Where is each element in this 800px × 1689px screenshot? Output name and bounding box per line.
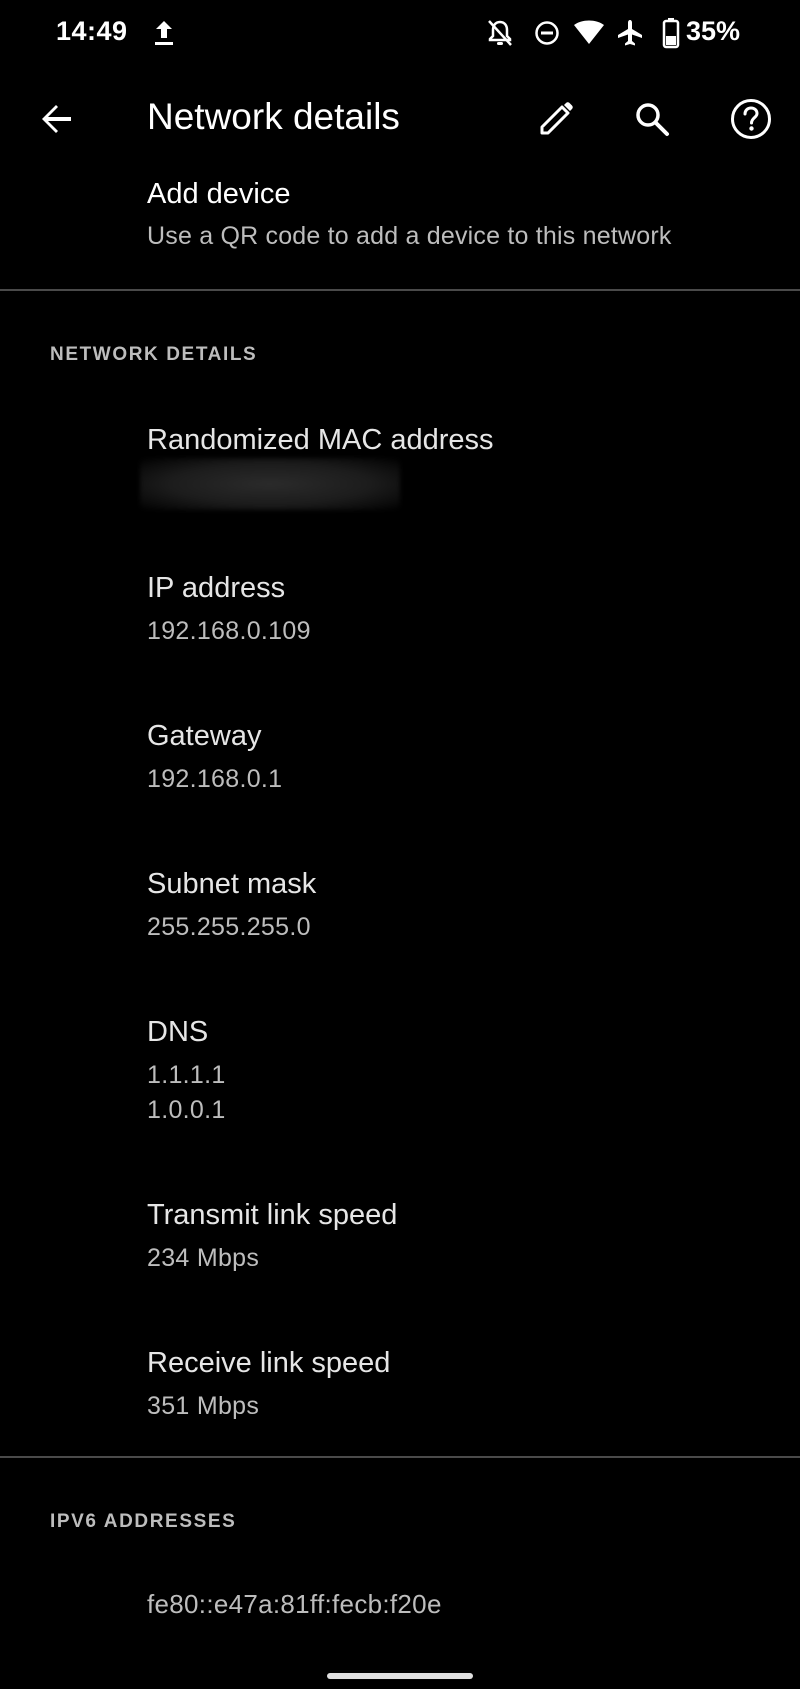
status-time: 14:49 [56,16,128,46]
do-not-disturb-icon [535,21,559,45]
help-icon [731,99,771,139]
divider [0,1456,800,1458]
edit-button[interactable] [528,91,584,147]
page-title: Network details [147,96,400,137]
ip-address-label: IP address [147,572,286,604]
battery-icon [662,18,680,49]
receive-speed-label: Receive link speed [147,1347,391,1379]
subnet-mask-value: 255.255.255.0 [147,913,311,941]
dns-label: DNS [147,1016,209,1048]
mac-address-label: Randomized MAC address [147,424,494,456]
subnet-mask-label: Subnet mask [147,868,317,900]
add-device-title: Add device [147,178,291,210]
notifications-off-icon [488,20,512,46]
edit-pencil-icon [540,102,573,135]
ipv6-addresses-header: IPV6 ADDRESSES [50,1511,237,1532]
gesture-navigation-handle[interactable] [327,1673,473,1679]
back-arrow-icon [42,105,71,133]
dns-value-secondary: 1.0.0.1 [147,1096,226,1124]
dns-value-primary: 1.1.1.1 [147,1061,226,1089]
receive-speed-value: 351 Mbps [147,1392,260,1420]
help-button[interactable] [723,91,779,147]
transmit-speed-value: 234 Mbps [147,1244,260,1272]
ipv6-address-value: fe80::e47a:81ff:fecb:f20e [147,1589,442,1619]
back-button[interactable] [29,91,85,147]
gateway-value: 192.168.0.1 [147,765,283,793]
wifi-icon [574,20,604,44]
divider [0,289,800,291]
search-button[interactable] [624,91,680,147]
upload-icon [155,21,173,45]
gateway-label: Gateway [147,720,262,752]
transmit-speed-label: Transmit link speed [147,1199,398,1231]
ip-address-value: 192.168.0.109 [147,617,311,645]
search-icon [636,103,669,136]
add-device-subtitle: Use a QR code to add a device to this ne… [147,222,672,250]
battery-percentage: 35% [686,16,741,46]
airplane-mode-icon [618,20,642,46]
mac-address-value-redacted [140,458,400,510]
network-details-header: NETWORK DETAILS [50,344,258,365]
